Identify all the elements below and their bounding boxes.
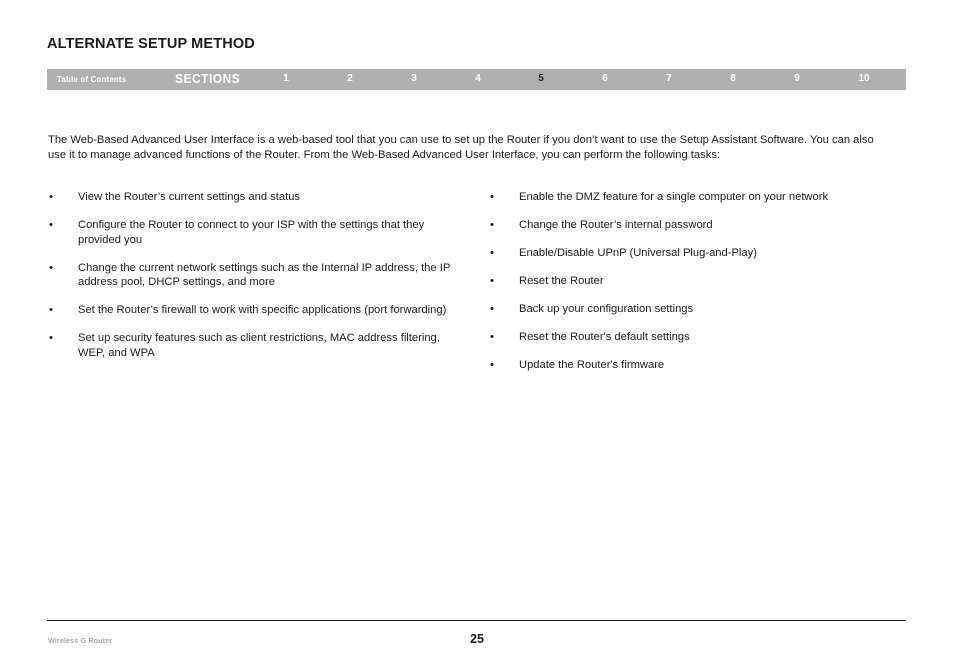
bullet-icon: • bbox=[49, 332, 53, 344]
section-number-7[interactable]: 7 bbox=[658, 73, 680, 84]
section-number-3[interactable]: 3 bbox=[403, 73, 425, 84]
feature-right-item-label: Change the Router’s internal password bbox=[519, 219, 713, 231]
feature-right-item-label: Reset the Router's default settings bbox=[519, 331, 690, 343]
feature-right-item: • Change the Router’s internal password bbox=[489, 218, 909, 233]
feature-right-item: • Reset the Router bbox=[489, 274, 909, 289]
bullet-icon: • bbox=[49, 261, 53, 274]
feature-left-item: • Configure the Router to connect to your… bbox=[48, 218, 468, 247]
feature-right-item-label: Reset the Router bbox=[519, 275, 604, 287]
section-nav-bar: Table of Contents SECTIONS 1 2 3 4 5 6 7 8 9 10 bbox=[47, 69, 906, 90]
feature-left-item: • Change the current network settings suc… bbox=[48, 261, 468, 290]
feature-right-item-label: Enable/Disable UPnP (Universal Plug-and-… bbox=[519, 247, 757, 259]
bullet-icon: • bbox=[49, 304, 53, 316]
section-number-4[interactable]: 4 bbox=[467, 73, 489, 84]
feature-left-item: • Set up security features such as client… bbox=[48, 331, 468, 360]
bullet-icon: • bbox=[49, 191, 53, 203]
feature-left-item-label: View the Router’s current settings and s… bbox=[78, 191, 301, 203]
feature-left-item-label: Set the Router’s firewall to work with s… bbox=[78, 304, 447, 316]
section-number-1[interactable]: 1 bbox=[275, 73, 297, 84]
bullet-icon: • bbox=[490, 303, 494, 315]
sections-label: SECTIONS bbox=[175, 72, 241, 86]
bullet-icon: • bbox=[490, 275, 494, 287]
section-number-2[interactable]: 2 bbox=[339, 73, 361, 84]
feature-left-item: • Set the Router’s firewall to work with … bbox=[48, 303, 468, 318]
feature-right-item: • Update the Router's firmware bbox=[489, 358, 909, 373]
feature-list-left: • View the Router’s current settings and … bbox=[48, 190, 468, 374]
document-page: ALTERNATE SETUP METHOD Table of Contents… bbox=[0, 0, 954, 668]
feature-right-item-label: Enable the DMZ feature for a single comp… bbox=[519, 191, 829, 203]
feature-right-item: • Back up your configuration settings bbox=[489, 302, 909, 317]
feature-right-item: • Enable/Disable UPnP (Universal Plug-and… bbox=[489, 246, 909, 261]
feature-right-item: • Enable the DMZ feature for a single com… bbox=[489, 190, 909, 205]
bullet-icon: • bbox=[490, 191, 494, 203]
page-title: ALTERNATE SETUP METHOD bbox=[47, 36, 255, 52]
bullet-icon: • bbox=[490, 359, 494, 371]
section-number-5[interactable]: 5 bbox=[530, 73, 552, 84]
bullet-icon: • bbox=[490, 219, 494, 231]
footer-page-number: 25 bbox=[470, 632, 484, 646]
feature-list-right: • Enable the DMZ feature for a single com… bbox=[489, 190, 909, 386]
section-number-6[interactable]: 6 bbox=[594, 73, 616, 84]
feature-left-item-label: Configure the Router to connect to your … bbox=[78, 219, 425, 246]
bullet-icon: • bbox=[49, 219, 53, 231]
table-of-contents-link[interactable]: Table of Contents bbox=[57, 74, 126, 84]
section-number-9[interactable]: 9 bbox=[786, 73, 808, 84]
bullet-icon: • bbox=[490, 331, 494, 343]
feature-right-item-label: Update the Router's firmware bbox=[519, 359, 665, 371]
feature-right-item: • Reset the Router's default settings bbox=[489, 330, 909, 345]
feature-left-item: • View the Router’s current settings and … bbox=[48, 190, 468, 205]
section-number-10[interactable]: 10 bbox=[853, 73, 875, 84]
bullet-icon: • bbox=[490, 247, 494, 259]
feature-right-item-label: Back up your configuration settings bbox=[519, 303, 694, 315]
intro-paragraph: The Web-Based Advanced User Interface is… bbox=[48, 134, 874, 161]
feature-left-item-label: Change the current network settings such… bbox=[78, 261, 451, 289]
feature-left-item-label: Set up security features such as client … bbox=[78, 332, 440, 359]
footer-divider bbox=[47, 620, 906, 621]
section-number-8[interactable]: 8 bbox=[722, 73, 744, 84]
